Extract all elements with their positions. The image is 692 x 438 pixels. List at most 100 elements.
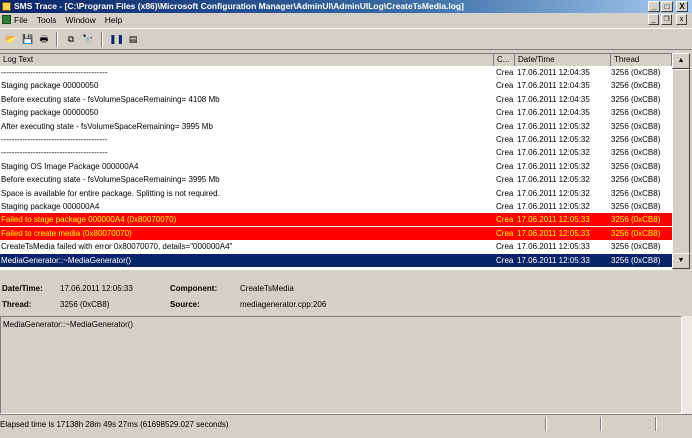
datetime-label: Date/Time: [2, 284, 43, 293]
copy-icon[interactable]: ⧉ [65, 34, 77, 45]
component-cell: Crea [496, 135, 514, 144]
datetime-cell: 17.06.2011 12:05:32 [517, 135, 590, 144]
header-log-text[interactable]: Log Text [0, 54, 494, 66]
log-text-cell: Failed to stage package 000000A4 (0x8007… [1, 215, 177, 225]
table-row[interactable]: Staging package 00000050 Crea 17.06.2011 1… [0, 106, 672, 119]
save-icon[interactable]: 💾 [22, 34, 34, 45]
table-row[interactable]: Before executing state - fsVolumeSpaceRe… [0, 93, 672, 106]
header-component[interactable]: C... [494, 54, 515, 66]
thread-cell: 3256 (0xCB8) [611, 148, 661, 158]
datetime-cell: 17.06.2011 12:05:32 [517, 175, 590, 185]
table-row[interactable]: Staging package 00000050 Crea 17.06.2011 1… [0, 79, 672, 92]
thread-label: Thread: [2, 300, 32, 309]
log-text-cell: Space is available for entire package. S… [1, 188, 220, 198]
component-cell: Crea [496, 228, 514, 238]
table-row[interactable]: ----------------------------------------… [0, 66, 672, 79]
datetime-cell: 17.06.2011 12:05:33 [517, 242, 590, 252]
scroll-down-icon[interactable]: ▼ [672, 253, 690, 269]
log-text-cell: After executing state - fsVolumeSpaceRem… [1, 121, 213, 131]
thread-cell: 3256 (0xCB8) [611, 202, 661, 211]
status-bar: Elapsed time is 17138h 28m 49s 27ms (616… [0, 414, 692, 438]
find-icon[interactable]: 🔭 [82, 34, 94, 45]
component-value: CreateTsMedia [240, 284, 294, 293]
header-datetime[interactable]: Date/Time [515, 54, 611, 66]
message-content: MediaGenerator::~MediaGenerator() [3, 320, 134, 329]
thread-cell: 3256 (0xCB8) [611, 68, 661, 77]
log-text-cell: Staging package 000000A4 [1, 202, 100, 211]
header-thread[interactable]: Thread [611, 54, 672, 66]
table-row[interactable]: After executing state - fsVolumeSpaceRem… [0, 120, 672, 133]
component-cell: Crea [496, 121, 514, 131]
table-row[interactable]: Before executing state - fsVolumeSpaceRe… [0, 173, 672, 186]
component-cell: Crea [496, 202, 514, 211]
log-text-cell: Before executing state - fsVolumeSpaceRe… [1, 94, 220, 104]
component-cell: Crea [496, 94, 514, 104]
datetime-cell: 17.06.2011 12:05:32 [517, 161, 590, 171]
log-text-cell: Before executing state - fsVolumeSpaceRe… [1, 175, 220, 185]
document-icon[interactable] [2, 15, 11, 24]
scroll-thumb[interactable] [672, 69, 690, 257]
mdi-minimize-button[interactable]: _ [648, 14, 659, 25]
open-icon[interactable]: 📂 [5, 34, 17, 45]
component-cell: Crea [496, 215, 514, 225]
scroll-up-icon[interactable]: ▲ [672, 53, 690, 69]
log-text-cell: ---------------------------------------- [1, 68, 108, 77]
table-row[interactable]: ----------------------------------------… [0, 146, 672, 159]
status-separator [545, 417, 547, 431]
datetime-cell: 17.06.2011 12:04:35 [517, 108, 590, 118]
close-button[interactable]: X [676, 1, 688, 12]
message-scrollbar[interactable] [682, 316, 692, 414]
message-text[interactable]: MediaGenerator::~MediaGenerator() [0, 316, 682, 414]
table-row[interactable]: MediaGenerator::~MediaGenerator() Crea 17.… [0, 253, 672, 267]
pause-icon[interactable]: ❚❚ [109, 34, 124, 45]
print-icon[interactable]: 🖶 [38, 34, 50, 45]
table-row[interactable]: CreateTsMedia failed with error 0x800700… [0, 240, 672, 253]
component-cell: Crea [496, 242, 514, 252]
thread-cell: 3256 (0xCB8) [611, 81, 661, 91]
status-text: Elapsed time is 17138h 28m 49s 27ms (616… [0, 420, 229, 429]
menu-help[interactable]: Help [105, 15, 122, 25]
thread-cell: 3256 (0xCB8) [611, 188, 661, 198]
status-separator [600, 417, 602, 431]
thread-cell: 3256 (0xCB8) [611, 121, 661, 131]
component-cell: Crea [496, 81, 514, 91]
toolbar-separator [101, 32, 103, 47]
menu-file[interactable]: File [14, 15, 28, 25]
thread-cell: 3256 (0xCB8) [611, 215, 661, 225]
table-row[interactable]: Staging OS Image Package 000000A4 Crea 17.… [0, 160, 672, 173]
properties-icon[interactable]: ▤ [127, 34, 139, 45]
component-label: Component: [170, 284, 218, 293]
minimize-button[interactable]: _ [648, 1, 660, 12]
mdi-close-button[interactable]: x [676, 14, 687, 25]
thread-cell: 3256 (0xCB8) [611, 135, 661, 144]
app-icon [2, 2, 11, 11]
log-text-cell: Staging package 00000050 [1, 81, 99, 91]
maximize-button[interactable]: □ [661, 1, 673, 12]
grid-scrollbar[interactable]: ▲ ▼ [672, 53, 690, 269]
mdi-restore-button[interactable]: ❐ [661, 14, 672, 25]
menu-tools[interactable]: Tools [37, 15, 57, 25]
details-panel: Date/Time: 17.06.2011 12:05:33 Component… [0, 276, 692, 316]
source-label: Source: [170, 300, 200, 309]
window-title: SMS Trace - [C:\Program Files (x86)\Micr… [14, 1, 464, 11]
datetime-cell: 17.06.2011 12:05:32 [517, 202, 590, 211]
log-grid[interactable]: Log Text C... Date/Time Thread ---------… [0, 53, 672, 270]
datetime-cell: 17.06.2011 12:05:33 [517, 255, 590, 265]
menu-window[interactable]: Window [66, 15, 96, 25]
datetime-cell: 17.06.2011 12:05:32 [517, 188, 590, 198]
datetime-value: 17.06.2011 12:05:33 [60, 284, 133, 293]
thread-cell: 3256 (0xCB8) [611, 228, 661, 238]
menu-bar: File Tools Window Help [0, 13, 692, 27]
thread-cell: 3256 (0xCB8) [611, 94, 661, 104]
table-row[interactable]: Staging package 000000A4 Crea 17.06.2011 1… [0, 200, 672, 213]
thread-cell: 3256 (0xCB8) [611, 175, 661, 185]
grid-header: Log Text C... Date/Time Thread [0, 54, 672, 66]
table-row[interactable]: Space is available for entire package. S… [0, 187, 672, 200]
table-row[interactable]: Failed to create media (0x80070070) Crea 1… [0, 226, 672, 240]
component-cell: Crea [496, 188, 514, 198]
table-row[interactable]: ----------------------------------------… [0, 133, 672, 146]
datetime-cell: 17.06.2011 12:04:35 [517, 94, 590, 104]
datetime-cell: 17.06.2011 12:04:35 [517, 81, 590, 91]
title-bar: SMS Trace - [C:\Program Files (x86)\Micr… [0, 0, 692, 13]
table-row[interactable]: Failed to stage package 000000A4 (0x8007… [0, 213, 672, 227]
